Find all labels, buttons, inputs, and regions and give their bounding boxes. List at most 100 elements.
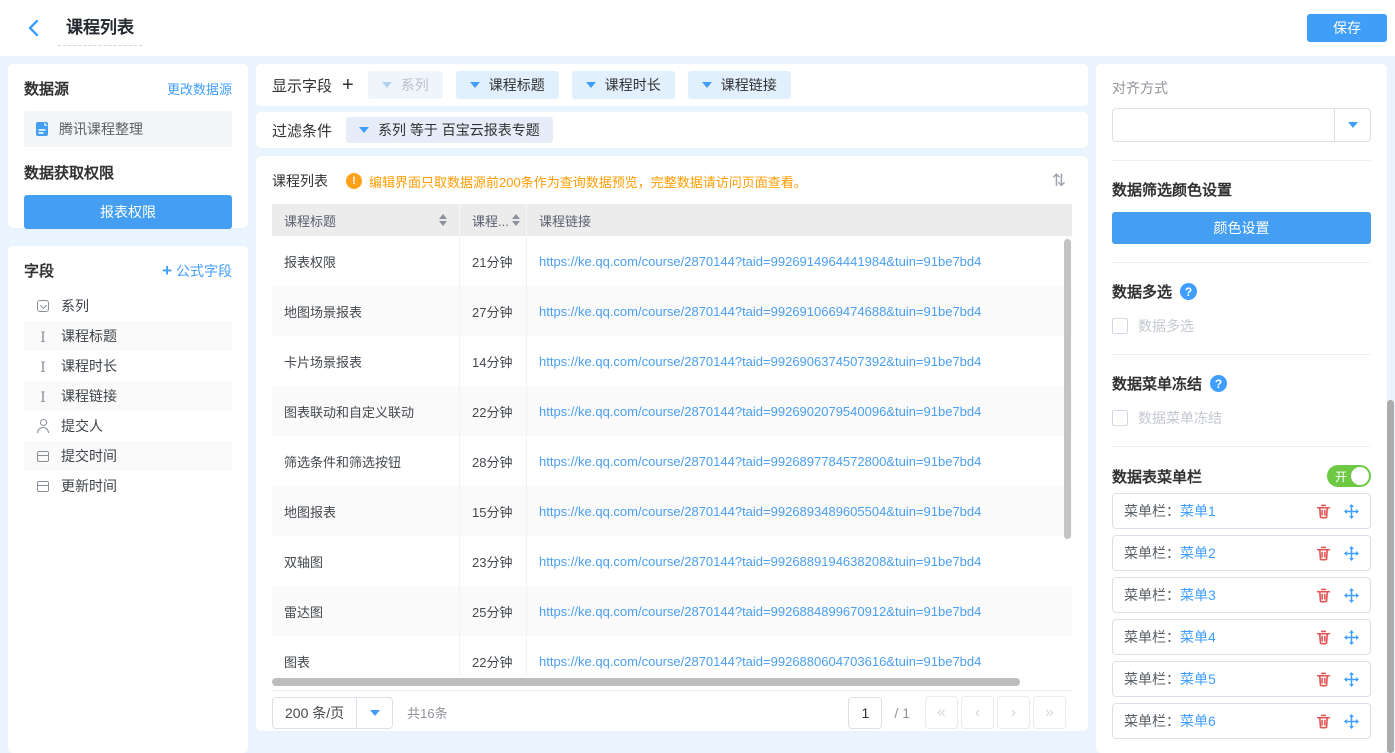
- freeze-heading: 数据菜单冻结: [1112, 373, 1202, 394]
- move-icon[interactable]: [1344, 588, 1359, 603]
- filter-label: 过滤条件: [272, 120, 332, 141]
- column-header-title[interactable]: 课程标题: [272, 204, 460, 236]
- sort-carets-icon[interactable]: [512, 214, 520, 226]
- menu-item-name[interactable]: 菜单2: [1180, 543, 1216, 563]
- fields-card: 字段 +公式字段 系列 课程标题: [8, 246, 248, 753]
- pager-button[interactable]: «: [925, 696, 958, 729]
- page-number-input[interactable]: 1: [848, 697, 882, 729]
- course-link[interactable]: https://ke.qq.com/course/2870144?taid=99…: [539, 304, 981, 319]
- chevron-down-icon: [586, 82, 596, 88]
- course-link[interactable]: https://ke.qq.com/course/2870144?taid=99…: [539, 504, 981, 519]
- trash-icon[interactable]: [1316, 714, 1331, 729]
- help-icon[interactable]: ?: [1180, 283, 1197, 300]
- field-item[interactable]: 更新时间: [24, 471, 232, 501]
- datasource-card: 数据源 更改数据源 腾讯课程整理 数据获取权限 报表权限: [8, 64, 248, 228]
- course-link[interactable]: https://ke.qq.com/course/2870144?taid=99…: [539, 404, 981, 419]
- menu-item-name[interactable]: 菜单6: [1180, 711, 1216, 731]
- display-field-tag[interactable]: 系列: [368, 71, 443, 99]
- menu-item-name[interactable]: 菜单5: [1180, 669, 1216, 689]
- field-label: 课程标题: [61, 326, 117, 346]
- field-item[interactable]: 系列: [24, 291, 232, 321]
- datasource-item[interactable]: 腾讯课程整理: [24, 111, 232, 147]
- menu-item[interactable]: 菜单栏： 菜单2: [1112, 535, 1371, 571]
- add-display-field-icon[interactable]: +: [342, 75, 354, 95]
- back-icon[interactable]: [22, 16, 46, 40]
- data-table: 课程标题 课程... 课程链接: [272, 204, 1072, 686]
- freeze-checkbox[interactable]: [1112, 410, 1128, 426]
- cell-course-link: https://ke.qq.com/course/2870144?taid=99…: [527, 636, 1072, 676]
- tag-label: 课程链接: [721, 75, 777, 95]
- field-type-icon: [36, 389, 50, 403]
- course-link[interactable]: https://ke.qq.com/course/2870144?taid=99…: [539, 554, 981, 569]
- page-scrollbar[interactable]: [1387, 400, 1394, 753]
- page-size-select[interactable]: 200 条/页: [272, 697, 393, 729]
- trash-icon[interactable]: [1316, 504, 1331, 519]
- pager-button[interactable]: ›: [997, 696, 1030, 729]
- field-label: 提交时间: [61, 446, 117, 466]
- horizontal-scrollbar-thumb[interactable]: [272, 678, 1020, 686]
- save-button[interactable]: 保存: [1307, 14, 1387, 42]
- trash-icon[interactable]: [1316, 630, 1331, 645]
- pager-button[interactable]: »: [1033, 696, 1066, 729]
- display-field-tag[interactable]: 课程链接: [688, 71, 791, 99]
- menu-item-name[interactable]: 菜单1: [1180, 501, 1216, 521]
- align-select[interactable]: [1112, 108, 1371, 142]
- cell-course-title: 双轴图: [272, 536, 460, 586]
- menu-toggle[interactable]: 开: [1327, 465, 1371, 487]
- menu-item-name[interactable]: 菜单3: [1180, 585, 1216, 605]
- move-icon[interactable]: [1344, 672, 1359, 687]
- multi-select-checkbox[interactable]: [1112, 318, 1128, 334]
- menu-item[interactable]: 菜单栏： 菜单3: [1112, 577, 1371, 613]
- display-field-tag[interactable]: 课程时长: [572, 71, 675, 99]
- move-icon[interactable]: [1344, 630, 1359, 645]
- field-item[interactable]: 课程标题: [24, 321, 232, 351]
- help-icon[interactable]: ?: [1210, 375, 1227, 392]
- field-item[interactable]: 提交人: [24, 411, 232, 441]
- cell-course-title: 地图场景报表: [272, 286, 460, 336]
- report-permission-button[interactable]: 报表权限: [24, 195, 232, 229]
- filter-condition-tag[interactable]: 系列 等于 百宝云报表专题: [346, 117, 553, 143]
- trash-icon[interactable]: [1316, 672, 1331, 687]
- trash-icon[interactable]: [1316, 588, 1331, 603]
- change-datasource-link[interactable]: 更改数据源: [167, 79, 232, 98]
- table-rows: 报表权限 21分钟 https://ke.qq.com/course/28701…: [272, 236, 1072, 676]
- menu-heading: 数据表菜单栏: [1112, 466, 1202, 487]
- field-type-icon: [36, 479, 50, 493]
- trash-icon[interactable]: [1316, 546, 1331, 561]
- formula-field-link[interactable]: +公式字段: [162, 261, 232, 281]
- tag-label: 系列: [401, 75, 429, 95]
- menu-item[interactable]: 菜单栏： 菜单5: [1112, 661, 1371, 697]
- field-list: 系列 课程标题 课程时长: [24, 291, 232, 501]
- field-item[interactable]: 课程链接: [24, 381, 232, 411]
- toggle-on-label: 开: [1335, 468, 1347, 485]
- sort-carets-icon[interactable]: [439, 214, 447, 226]
- course-link[interactable]: https://ke.qq.com/course/2870144?taid=99…: [539, 604, 981, 619]
- menu-item[interactable]: 菜单栏： 菜单6: [1112, 703, 1371, 739]
- field-label: 更新时间: [61, 476, 117, 496]
- course-link[interactable]: https://ke.qq.com/course/2870144?taid=99…: [539, 654, 981, 669]
- menu-item[interactable]: 菜单栏： 菜单4: [1112, 619, 1371, 655]
- display-field-tag[interactable]: 课程标题: [456, 71, 559, 99]
- course-link[interactable]: https://ke.qq.com/course/2870144?taid=99…: [539, 454, 981, 469]
- menu-item-name[interactable]: 菜单4: [1180, 627, 1216, 647]
- move-icon[interactable]: [1344, 714, 1359, 729]
- table-body: 报表权限 21分钟 https://ke.qq.com/course/28701…: [272, 236, 1072, 676]
- color-settings-button[interactable]: 颜色设置: [1112, 212, 1371, 244]
- course-link[interactable]: https://ke.qq.com/course/2870144?taid=99…: [539, 254, 981, 269]
- move-icon[interactable]: [1344, 546, 1359, 561]
- field-type-icon: [36, 299, 50, 313]
- cell-course-link: https://ke.qq.com/course/2870144?taid=99…: [527, 486, 1072, 536]
- fields-heading: 字段: [24, 260, 54, 281]
- menu-item-list: 菜单栏： 菜单1 菜单栏： 菜单2: [1112, 493, 1371, 739]
- cell-course-title: 地图报表: [272, 486, 460, 536]
- field-item[interactable]: 提交时间: [24, 441, 232, 471]
- course-link[interactable]: https://ke.qq.com/course/2870144?taid=99…: [539, 354, 981, 369]
- menu-item[interactable]: 菜单栏： 菜单1: [1112, 493, 1371, 529]
- pager-button[interactable]: ‹: [961, 696, 994, 729]
- sort-reorder-icon[interactable]: ⇅: [1052, 171, 1072, 191]
- settings-panel: 对齐方式 数据筛选颜色设置 颜色设置 数据多选 ? 数据多选: [1096, 64, 1387, 753]
- move-icon[interactable]: [1344, 504, 1359, 519]
- column-header-duration[interactable]: 课程...: [460, 204, 527, 236]
- field-item[interactable]: 课程时长: [24, 351, 232, 381]
- table-vertical-scrollbar[interactable]: [1064, 239, 1071, 539]
